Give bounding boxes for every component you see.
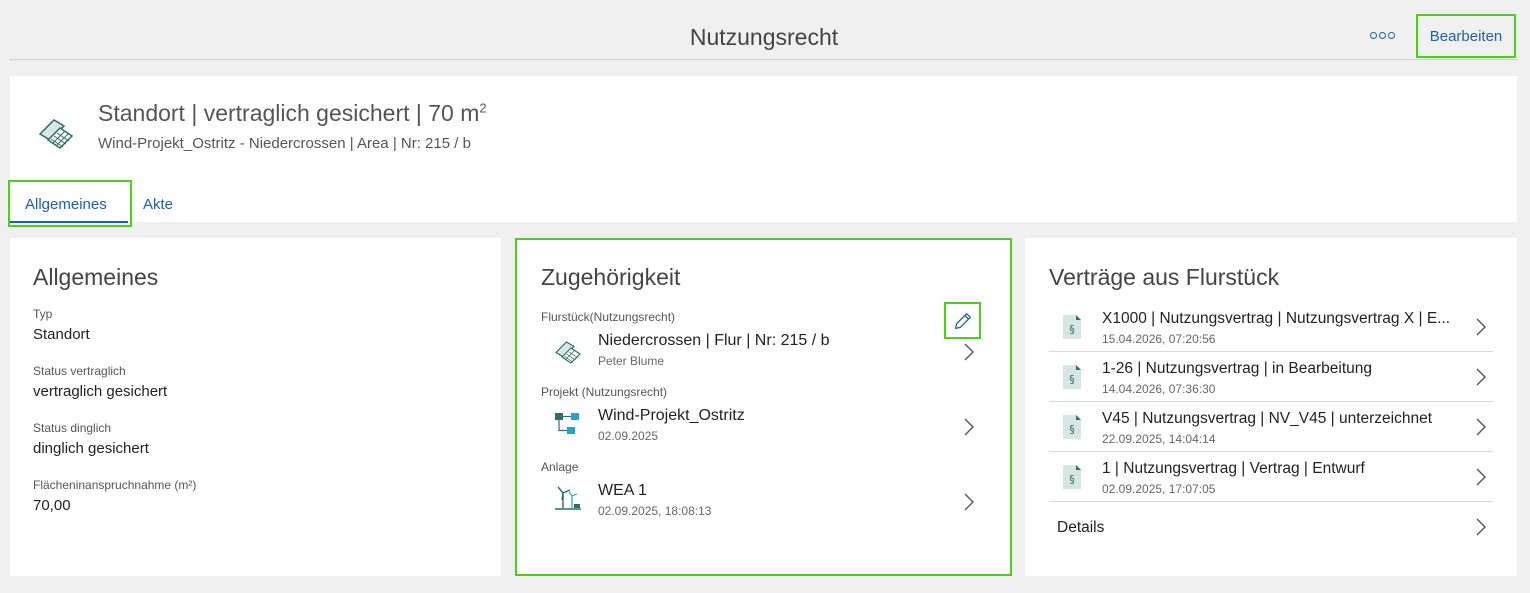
relation-subtitle: 02.09.2025 (598, 429, 659, 443)
contract-row[interactable]: § 1-26 | Nutzungsvertrag | in Bearbeitun… (1049, 352, 1493, 402)
chevron-right-icon (964, 343, 974, 361)
svg-text:§: § (1069, 473, 1075, 486)
section-label-projekt: Projekt (Nutzungsrecht) (541, 385, 668, 399)
top-bar: Nutzungsrecht Bearbeiten (10, 10, 1518, 60)
membership-card-title: Zugehörigkeit (541, 264, 681, 290)
contract-date: 02.09.2025, 17:07:05 (1102, 482, 1216, 496)
relation-item-flurstueck[interactable]: Niedercrossen | Flur | Nr: 215 / b Peter… (517, 326, 1010, 382)
contract-document-icon: § (1063, 465, 1081, 489)
contract-row[interactable]: § 1 | Nutzungsvertrag | Vertrag | Entwur… (1049, 452, 1493, 502)
chevron-right-icon (1476, 418, 1486, 436)
details-label: Details (1057, 519, 1105, 536)
field-value-status-dinglich: dinglich gesichert (33, 440, 149, 457)
chevron-right-icon (964, 418, 974, 436)
relation-item-projekt[interactable]: Wind-Projekt_Ostritz 02.09.2025 (517, 401, 1010, 457)
page-title: Nutzungsrecht (689, 24, 839, 50)
contract-date: 14.04.2026, 07:36:30 (1102, 382, 1216, 396)
field-value-status-vertraglich: vertraglich gesichert (33, 383, 168, 400)
tab-allgemeines[interactable]: Allgemeines (25, 196, 107, 213)
chevron-right-icon (1476, 468, 1486, 486)
contract-row[interactable]: § V45 | Nutzungsvertrag | NV_V45 | unter… (1049, 402, 1493, 452)
active-tab-underline (10, 221, 128, 223)
field-label-flaeche: Flächeninanspruchnahme (m²) (33, 478, 197, 492)
general-card: Allgemeines Typ Standort Status vertragl… (10, 238, 501, 576)
relation-title: Wind-Projekt_Ostritz (598, 407, 745, 424)
field-value-flaeche: 70,00 (33, 497, 71, 514)
svg-text:§: § (1069, 373, 1075, 386)
chevron-right-icon (1476, 318, 1486, 336)
relation-title: WEA 1 (598, 482, 647, 499)
contract-title: X1000 | Nutzungsvertrag | Nutzungsvertra… (1102, 310, 1451, 327)
contract-document-icon: § (1063, 365, 1081, 389)
parcel-icon (555, 341, 581, 364)
general-card-title: Allgemeines (33, 264, 159, 290)
contracts-card-title: Verträge aus Flurstück (1049, 264, 1280, 290)
contract-date: 15.04.2026, 07:20:56 (1102, 332, 1216, 346)
contracts-card: Verträge aus Flurstück § X1000 | Nutzung… (1025, 238, 1517, 576)
chevron-right-icon (1476, 368, 1486, 386)
wind-turbine-icon (555, 486, 581, 510)
field-value-typ: Standort (33, 326, 90, 343)
details-link[interactable]: Details (1049, 502, 1493, 548)
project-icon (555, 413, 579, 434)
edit-button[interactable]: Bearbeiten (1416, 14, 1516, 58)
field-label-typ: Typ (33, 307, 53, 321)
relation-title: Niedercrossen | Flur | Nr: 215 / b (598, 332, 830, 349)
relation-subtitle: Peter Blume (598, 354, 665, 368)
contract-date: 22.09.2025, 14:04:14 (1102, 432, 1216, 446)
record-title: Standort | vertraglich gesichert | 70 m2 (98, 100, 487, 126)
svg-text:§: § (1069, 323, 1075, 336)
field-label-status-vertraglich: Status vertraglich (33, 364, 126, 378)
membership-card: Zugehörigkeit Flurstück(Nutzungsrecht) N… (515, 238, 1012, 576)
parcel-icon (38, 119, 74, 149)
contract-title: V45 | Nutzungsvertrag | NV_V45 | unterze… (1102, 410, 1433, 427)
contract-title: 1 | Nutzungsvertrag | Vertrag | Entwurf (1102, 460, 1365, 477)
contract-title: 1-26 | Nutzungsvertrag | in Bearbeitung (1102, 360, 1372, 377)
contract-document-icon: § (1063, 415, 1081, 439)
relation-item-anlage[interactable]: WEA 1 02.09.2025, 18:08:13 (517, 476, 1010, 532)
section-label-anlage: Anlage (541, 460, 579, 474)
record-subtitle: Wind-Projekt_Ostritz - Niedercrossen | A… (98, 135, 471, 152)
contract-row[interactable]: § X1000 | Nutzungsvertrag | Nutzungsvert… (1049, 302, 1493, 352)
chevron-right-icon (964, 493, 974, 511)
more-options-icon[interactable] (1368, 28, 1396, 42)
svg-text:§: § (1069, 423, 1075, 436)
relation-subtitle: 02.09.2025, 18:08:13 (598, 504, 712, 518)
chevron-right-icon (1476, 518, 1486, 536)
tab-akte[interactable]: Akte (143, 196, 173, 213)
field-label-status-dinglich: Status dinglich (33, 421, 112, 435)
contract-document-icon: § (1063, 315, 1081, 339)
header-card: Standort | vertraglich gesichert | 70 m2… (8, 76, 1517, 227)
section-label-flurstueck: Flurstück(Nutzungsrecht) (541, 310, 676, 324)
